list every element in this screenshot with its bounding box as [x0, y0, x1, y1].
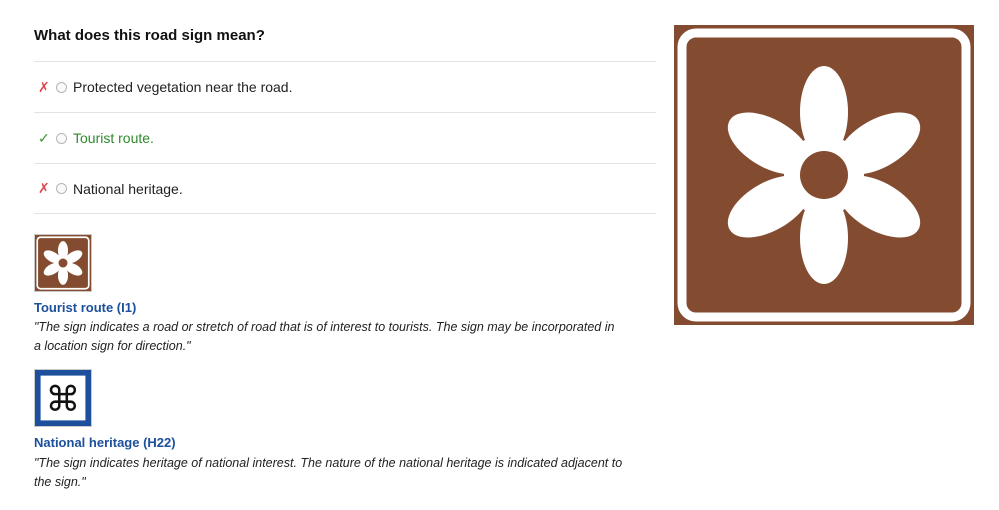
radio-button[interactable] — [56, 81, 67, 93]
svg-text:⌘: ⌘ — [46, 380, 81, 420]
heritage-knot-icon: ⌘ — [35, 370, 91, 426]
answer-option[interactable]: ✗ National heritage. — [34, 163, 656, 214]
wrong-mark-icon: ✗ — [38, 180, 50, 196]
radio-button[interactable] — [56, 132, 67, 144]
road-sign-image — [674, 25, 974, 325]
question-title: What does this road sign mean? — [34, 27, 265, 44]
national-heritage-sign-thumbnail[interactable]: ⌘ — [34, 369, 92, 427]
correct-mark-icon: ✓ — [38, 129, 50, 146]
tourist-route-description: "The sign indicates a road or stretch of… — [34, 320, 615, 353]
tourist-route-title[interactable]: Tourist route (I1) — [34, 300, 136, 315]
tourist-route-sign-thumbnail[interactable] — [34, 234, 92, 292]
national-heritage-title[interactable]: National heritage (H22) — [34, 435, 176, 450]
answer-option[interactable]: ✓ Tourist route. — [34, 112, 656, 163]
answer-option[interactable]: ✗ Protected vegetation near the road. — [34, 61, 656, 112]
answer-option-label: Protected vegetation near the road. — [73, 79, 293, 95]
radio-button[interactable] — [56, 183, 67, 194]
answer-option-label: National heritage. — [73, 180, 183, 197]
wrong-mark-icon: ✗ — [38, 78, 50, 95]
answer-option-label: Tourist route. — [73, 130, 154, 146]
answer-options: ✗ Protected vegetation near the road. ✓ … — [34, 61, 656, 214]
flower-icon — [35, 235, 91, 291]
national-heritage-description: "The sign indicates heritage of national… — [34, 456, 623, 489]
flower-icon — [674, 25, 974, 325]
